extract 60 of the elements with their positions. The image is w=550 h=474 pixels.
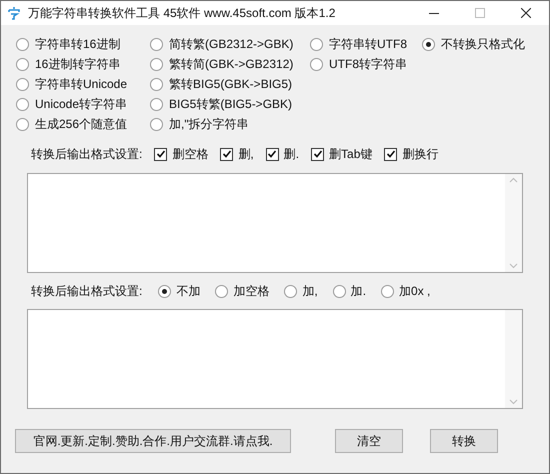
radio-button[interactable] [150,118,163,130]
radio-button[interactable] [16,38,29,50]
radio-button[interactable] [284,284,298,298]
radio-button[interactable] [150,38,163,50]
radio-label: 简转繁(GB2312->GBK) [169,36,294,53]
radio-label: 加0x , [399,283,430,300]
window-title: 万能字符串转换软件工具 45软件 www.45soft.com 版本1.2 [28,5,336,22]
format-label: 转换后输出格式设置: [31,146,142,163]
radio-button[interactable] [381,284,394,298]
scrollbar[interactable] [505,310,522,408]
radio-button[interactable] [332,284,346,298]
checkbox[interactable] [311,148,324,160]
radio-label: 加空格 [233,283,270,300]
text-area[interactable] [27,309,523,409]
checkbox-label: 删. [284,146,300,163]
scroll-down-icon[interactable] [509,399,518,405]
checkbox[interactable] [266,148,279,160]
scrollbar[interactable] [505,174,522,272]
checkbox-label: 删换行 [402,146,438,163]
radio-label: 字符串转UTF8 [329,36,407,53]
radio-button[interactable] [422,38,435,50]
radio-label: 繁转简(GBK->GB2312) [169,56,294,73]
push-button[interactable]: 官网.更新.定制.赞助.合作.用户交流群.请点我. [15,429,291,453]
radio-label: 生成256个随意值 [35,116,128,133]
radio-label: 加,"拆分字符串 [169,116,249,133]
radio-label: 繁转BIG5(GBK->BIG5) [169,76,292,93]
text-area[interactable] [27,173,523,273]
radio-label: BIG5转繁(BIG5->GBK) [169,96,292,113]
radio-button[interactable] [310,58,323,70]
checkbox-label: 删Tab键 [329,146,372,163]
radio-button[interactable] [16,58,29,70]
checkbox-label: 删空格 [172,146,208,163]
format-label: 转换后输出格式设置: [31,283,142,300]
radio-label: 字符串转16进制 [35,36,120,53]
radio-button[interactable] [150,58,163,70]
radio-label: 16进制转字符串 [35,56,120,73]
radio-button[interactable] [310,38,323,50]
scroll-up-icon[interactable] [509,177,518,183]
radio-label: 不加 [176,283,200,300]
radio-button[interactable] [16,98,29,110]
scroll-down-icon[interactable] [509,263,518,269]
radio-button[interactable] [150,98,163,110]
radio-button[interactable] [16,78,29,90]
checkbox[interactable] [384,148,398,160]
radio-button[interactable] [150,78,163,90]
radio-button[interactable] [158,284,172,298]
checkbox-label: 删, [238,146,254,163]
push-button[interactable]: 清空 [335,429,403,453]
radio-label: 不转换只格式化 [441,36,525,53]
radio-button[interactable] [16,118,29,130]
radio-label: 加, [302,283,318,300]
radio-label: 字符串转Unicode [35,76,128,93]
app-icon [6,5,22,21]
radio-label: 加. [350,283,366,300]
checkbox[interactable] [154,148,168,160]
checkbox[interactable] [220,148,234,160]
radio-label: UTF8转字符串 [329,56,407,73]
push-button[interactable]: 转换 [430,429,498,453]
radio-label: Unicode转字符串 [35,96,128,113]
radio-button[interactable] [215,284,228,298]
